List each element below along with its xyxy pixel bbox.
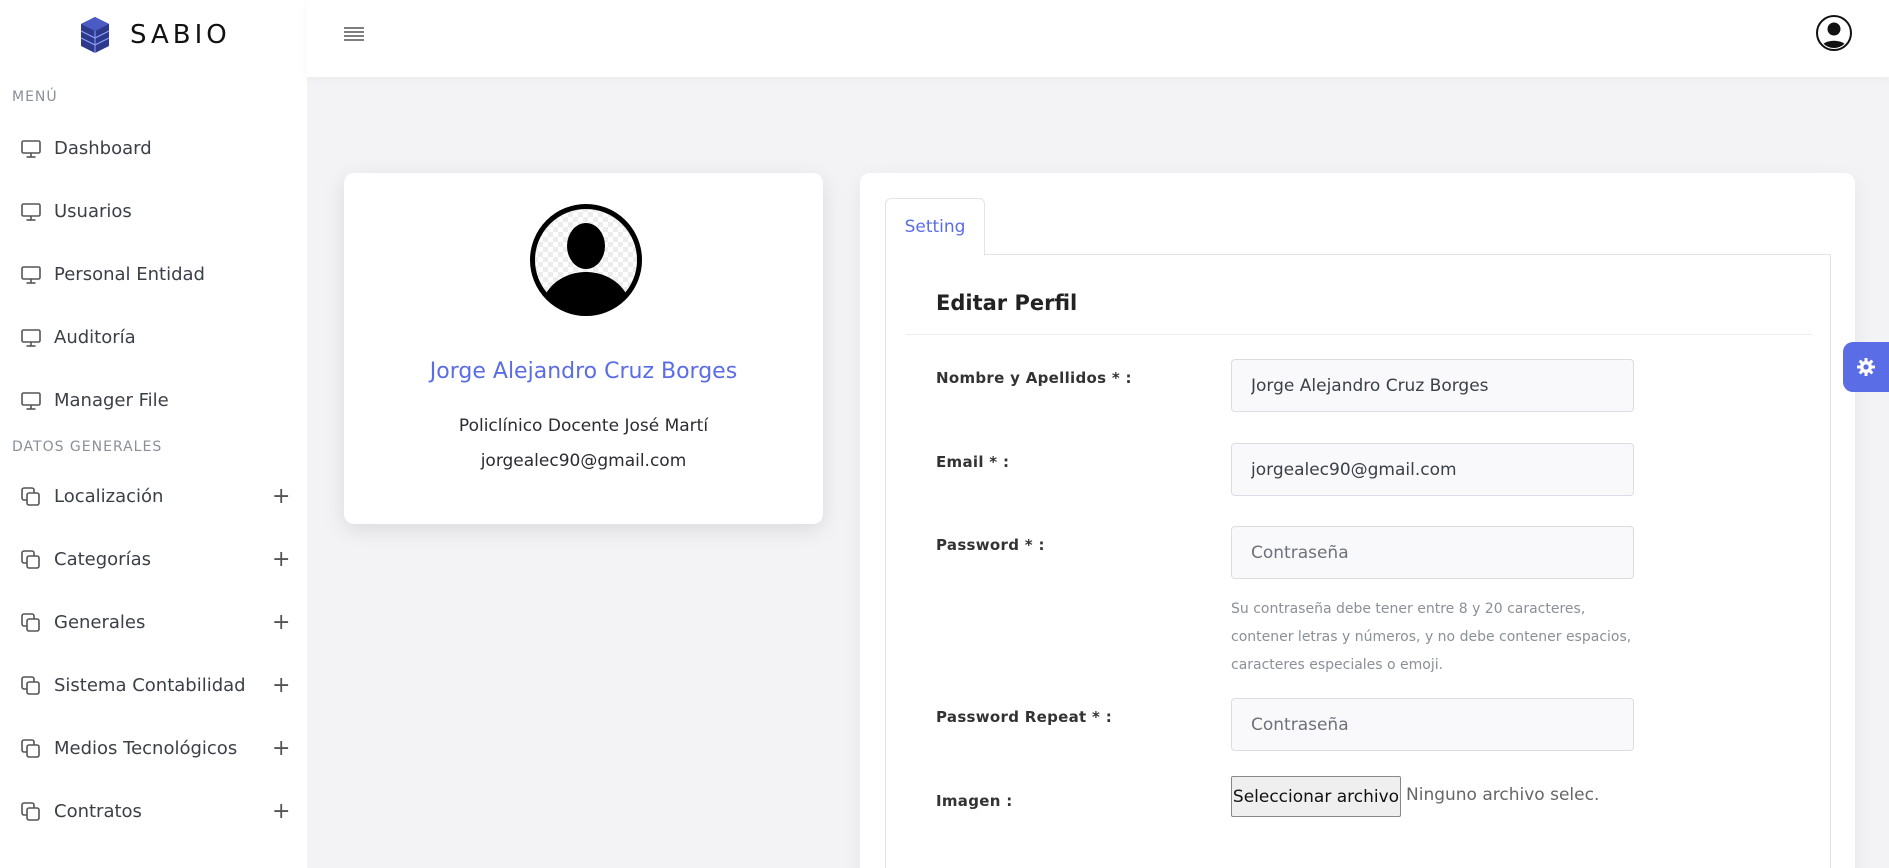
profile-entity: Policlínico Docente José Martí: [458, 416, 709, 436]
plus-icon[interactable]: +: [272, 484, 290, 509]
file-select-button[interactable]: Seleccionar archivo: [1231, 776, 1401, 817]
brand[interactable]: SABIO: [0, 0, 307, 69]
profile-name: Jorge Alejandro Cruz Borges: [429, 359, 738, 384]
form-title: Editar Perfil: [936, 291, 1078, 315]
file-status: Ninguno archivo selec.: [1406, 785, 1600, 805]
monitor-icon: [20, 327, 42, 349]
sidebar-item-label: Usuarios: [54, 201, 132, 222]
sidebar-item-label: Categorías: [54, 549, 151, 570]
sidebar-item-localizacion[interactable]: Localización +: [0, 465, 307, 528]
plus-icon[interactable]: +: [272, 673, 290, 698]
user-avatar-icon[interactable]: [1816, 15, 1852, 51]
copy-icon: [20, 738, 42, 760]
sidebar-item-auditoria[interactable]: Auditoría: [0, 306, 307, 369]
menu-section-title: MENÚ: [12, 89, 58, 105]
menu-section-title: DATOS GENERALES: [12, 439, 163, 455]
plus-icon[interactable]: +: [272, 736, 290, 761]
profile-email: jorgealec90@gmail.com: [480, 451, 687, 471]
sidebar-item-label: Contratos: [54, 801, 142, 822]
sidebar-item-sistema-contabilidad[interactable]: Sistema Contabilidad +: [0, 654, 307, 717]
sidebar-item-manager-file[interactable]: Manager File: [0, 369, 307, 432]
copy-icon: [20, 801, 42, 823]
monitor-icon: [20, 264, 42, 286]
plus-icon[interactable]: +: [272, 610, 290, 635]
sidebar-item-categorias[interactable]: Categorías +: [0, 528, 307, 591]
sidebar-item-medios-tecnologicos[interactable]: Medios Tecnológicos +: [0, 717, 307, 780]
monitor-icon: [20, 138, 42, 160]
copy-icon: [20, 549, 42, 571]
tab-bar: Setting: [885, 198, 1831, 256]
sidebar-item-contratos[interactable]: Contratos +: [0, 780, 307, 843]
sidebar-item-label: Auditoría: [54, 327, 136, 348]
sidebar-item-generales[interactable]: Generales +: [0, 591, 307, 654]
copy-icon: [20, 612, 42, 634]
monitor-icon: [20, 201, 42, 223]
sidebar-item-label: Generales: [54, 612, 146, 633]
sidebar-item-label: Dashboard: [54, 138, 152, 159]
sidebar-item-label: Localización: [54, 486, 164, 507]
tab-panel: Editar Perfil Nombre y Apellidos * : Ema…: [885, 255, 1831, 868]
plus-icon[interactable]: +: [272, 799, 290, 824]
profile-avatar: [530, 204, 642, 316]
sidebar-item-usuarios[interactable]: Usuarios: [0, 180, 307, 243]
sidebar-item-label: Medios Tecnológicos: [54, 738, 238, 759]
sidebar-item-label: Sistema Contabilidad: [54, 675, 246, 696]
divider: [906, 334, 1812, 335]
name-label: Nombre y Apellidos * :: [936, 369, 1132, 387]
image-label: Imagen :: [936, 792, 1013, 810]
logo-icon: [80, 16, 110, 53]
password-hint: Su contraseña debe tener entre 8 y 20 ca…: [1231, 601, 1632, 673]
sidebar-item-dashboard[interactable]: Dashboard: [0, 117, 307, 180]
topbar: [307, 0, 1889, 77]
settings-toggle-button[interactable]: [1843, 342, 1889, 392]
brand-name: SABIO: [130, 19, 231, 50]
sidebar: SABIO MENÚ Dashboard Usuarios Personal E…: [0, 0, 307, 868]
copy-icon: [20, 486, 42, 508]
sidebar-item-personal-entidad[interactable]: Personal Entidad: [0, 243, 307, 306]
password-repeat-field[interactable]: [1231, 698, 1634, 751]
password-field[interactable]: [1231, 526, 1634, 579]
email-label: Email * :: [936, 453, 1010, 471]
profile-card: Jorge Alejandro Cruz Borges Policlínico …: [344, 173, 823, 524]
monitor-icon: [20, 390, 42, 412]
sidebar-item-label: Manager File: [54, 390, 169, 411]
menu-toggle-icon[interactable]: [343, 25, 365, 43]
copy-icon: [20, 675, 42, 697]
sidebar-item-label: Personal Entidad: [54, 264, 205, 285]
name-field[interactable]: [1231, 359, 1634, 412]
settings-card: Setting Editar Perfil Nombre y Apellidos…: [860, 173, 1855, 868]
password-repeat-label: Password Repeat * :: [936, 708, 1113, 726]
password-label: Password * :: [936, 536, 1045, 554]
email-field[interactable]: [1231, 443, 1634, 496]
plus-icon[interactable]: +: [272, 547, 290, 572]
tab-setting[interactable]: Setting: [885, 198, 985, 256]
gear-icon: [1857, 358, 1875, 376]
